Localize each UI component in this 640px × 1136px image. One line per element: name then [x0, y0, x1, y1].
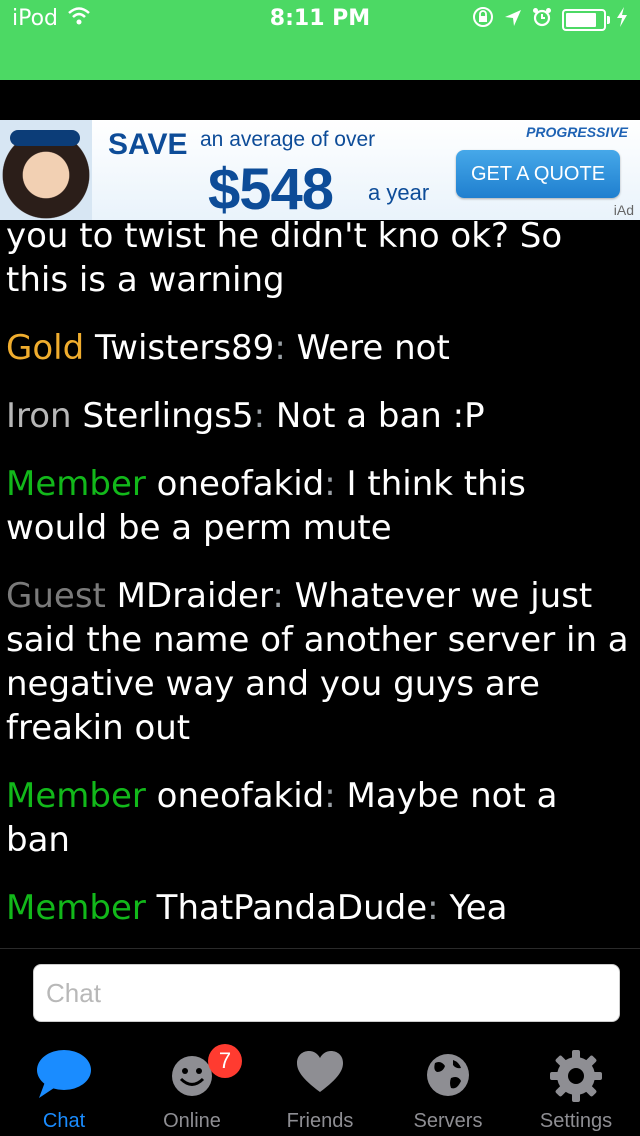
message-text: you to twist he didn't kno ok? So this i…	[6, 220, 563, 300]
ad-brand-logo: PROGRESSIVE	[526, 124, 628, 140]
message-username[interactable]: oneofakid	[157, 776, 325, 816]
tab-settings[interactable]: Settings	[512, 1036, 640, 1136]
message-username[interactable]: oneofakid	[157, 464, 325, 504]
chat-message: you to twist he didn't kno ok? So this i…	[6, 220, 630, 302]
tab-chat-label: Chat	[42, 1110, 86, 1132]
message-text: Were not	[296, 328, 450, 368]
chat-message: Member ThatPandaDude: Yea	[6, 888, 508, 928]
tab-friends-label: Friends	[286, 1110, 354, 1132]
location-icon	[504, 8, 522, 32]
online-badge: 7	[208, 1044, 242, 1078]
globe-icon	[384, 1048, 512, 1108]
ad-get-quote-button[interactable]: GET A QUOTE	[456, 150, 620, 198]
rotation-lock-icon	[472, 6, 494, 33]
ad-model-image	[0, 120, 92, 220]
tab-servers[interactable]: Servers	[384, 1036, 512, 1136]
message-rank: Member	[6, 888, 146, 928]
chat-input[interactable]	[33, 964, 620, 1022]
message-rank: Iron	[6, 396, 72, 436]
tab-online-label: Online	[163, 1110, 221, 1132]
message-username[interactable]: Twisters89	[95, 328, 274, 368]
message-text: Yea	[449, 888, 508, 928]
chat-input-container	[33, 964, 620, 1022]
chat-message: Iron Sterlings5: Not a ban :P	[6, 396, 485, 436]
tab-chat[interactable]: Chat	[0, 1036, 128, 1136]
iad-label: iAd	[613, 202, 634, 218]
alarm-icon	[532, 7, 552, 32]
message-rank: Member	[6, 776, 146, 816]
message-username[interactable]: ThatPandaDude	[157, 888, 428, 928]
chat-message: Member oneofakid: I think this would be …	[6, 464, 526, 548]
tab-online[interactable]: 7 Online	[128, 1036, 256, 1136]
ad-average-text: an average of over	[200, 128, 376, 151]
ad-amount: $548	[208, 157, 334, 220]
gear-icon	[512, 1048, 640, 1108]
message-username[interactable]: Sterlings5	[82, 396, 253, 436]
ad-period: a year	[368, 180, 430, 205]
tab-friends[interactable]: Friends	[256, 1036, 384, 1136]
chat-message: Member oneofakid: Maybe not a ban	[6, 776, 558, 860]
tab-bar: Chat 7 Online Friends Servers Settings	[0, 1036, 640, 1136]
battery-icon	[562, 8, 610, 31]
chat-message: Guest MDraider: Whatever we just said th…	[6, 576, 629, 748]
message-text: Not a ban :P	[275, 396, 485, 436]
charging-icon	[616, 7, 628, 32]
chat-bubble-icon	[0, 1048, 128, 1108]
chat-message: Gold Twisters89: Were not	[6, 328, 450, 368]
chat-messages[interactable]: you to twist he didn't kno ok? So this i…	[0, 220, 640, 950]
ad-banner[interactable]: SAVE an average of over $548 a year PROG…	[0, 120, 640, 220]
divider	[0, 948, 640, 949]
tab-servers-label: Servers	[413, 1110, 483, 1132]
heart-icon	[256, 1048, 384, 1108]
status-bar: iPod 8:11 PM	[0, 0, 640, 80]
message-list: you to twist he didn't kno ok? So this i…	[6, 220, 630, 950]
message-username[interactable]: MDraider	[117, 576, 273, 616]
status-right	[472, 6, 628, 33]
message-rank: Guest	[6, 576, 106, 616]
message-rank: Gold	[6, 328, 85, 368]
tab-settings-label: Settings	[539, 1110, 613, 1132]
message-rank: Member	[6, 464, 146, 504]
ad-save-text: SAVE	[108, 128, 188, 161]
